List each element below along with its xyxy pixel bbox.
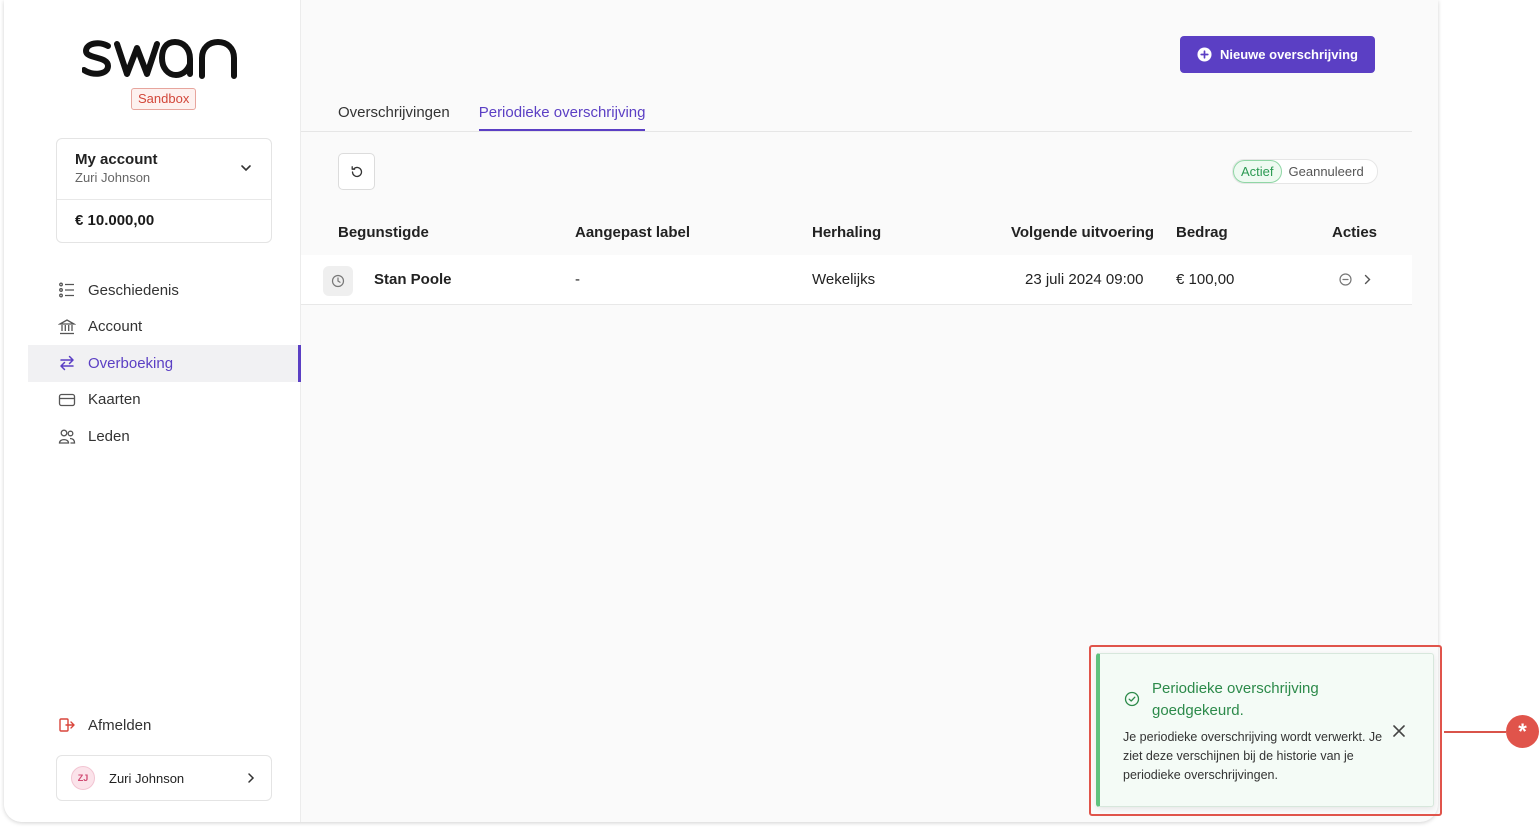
clock-icon: [323, 266, 353, 296]
status-filter: Actief Geannuleerd: [1232, 159, 1378, 184]
transfer-arrows-icon: [60, 356, 74, 371]
success-toast: Periodieke overschrijving goedgekeurd. J…: [1096, 653, 1434, 807]
sidebar-item-label: Account: [88, 318, 143, 336]
sidebar-item-label: Overboeking: [88, 354, 174, 372]
sidebar-item-geschiedenis[interactable]: Geschiedenis: [28, 272, 301, 309]
sidebar-item-leden[interactable]: Leden: [28, 418, 301, 455]
callout-marker: *: [1506, 715, 1539, 748]
members-icon: [58, 429, 76, 444]
chevron-right-icon: [248, 773, 255, 783]
column-header-begunstigde: Begunstigde: [338, 224, 429, 241]
sidebar-item-account[interactable]: Account: [28, 309, 301, 346]
sidebar-item-label: Kaarten: [88, 391, 141, 409]
cancel-circle-icon[interactable]: [1338, 272, 1353, 287]
check-circle-icon: [1124, 691, 1140, 707]
toast-message: Je periodieke overschrijving wordt verwe…: [1123, 730, 1383, 782]
refresh-icon: [351, 165, 362, 177]
list-icon: [59, 282, 74, 298]
filter-actief[interactable]: Actief: [1233, 160, 1282, 183]
sidebar-item-kaarten[interactable]: Kaarten: [28, 382, 301, 419]
tab-periodieke-overschrijving[interactable]: Periodieke overschrijving: [478, 104, 645, 131]
user-profile-button[interactable]: ZJ Zuri Johnson: [56, 755, 272, 801]
account-name: My account: [75, 151, 158, 168]
account-selector[interactable]: My account Zuri Johnson € 10.000,00: [56, 138, 272, 243]
filter-geannuleerd[interactable]: Geannuleerd: [1282, 160, 1371, 183]
sidebar: swan Sandbox My account Zuri Johnson € 1…: [4, 0, 301, 822]
column-header-bedrag: Bedrag: [1176, 224, 1228, 241]
avatar: ZJ: [71, 766, 95, 790]
column-header-volgende-uitvoering: Volgende uitvoering: [1011, 224, 1155, 241]
sidebar-item-label: Leden: [88, 427, 130, 445]
new-transfer-button[interactable]: Nieuwe overschrijving: [1180, 36, 1375, 73]
logout-icon: [59, 718, 75, 732]
beneficiary-cell: Stan Poole: [374, 271, 452, 288]
account-balance: € 10.000,00: [75, 212, 155, 229]
card-icon: [58, 393, 76, 406]
logout-button[interactable]: Afmelden: [58, 716, 151, 734]
bank-icon: [58, 319, 76, 334]
amount-cell: € 100,00: [1176, 271, 1235, 288]
toast-title: Periodieke overschrijving goedgekeurd.: [1152, 680, 1319, 719]
refresh-button[interactable]: [338, 153, 375, 190]
sidebar-item-overboeking[interactable]: Overboeking: [28, 345, 301, 382]
logout-label: Afmelden: [88, 716, 152, 734]
table-row[interactable]: Stan Poole - Wekelijks 23 juli 2024 09:0…: [301, 255, 1412, 305]
tab-divider: [301, 131, 1412, 132]
new-transfer-label: Nieuwe overschrijving: [1220, 47, 1358, 62]
column-header-herhaling: Herhaling: [812, 224, 882, 241]
account-holder: Zuri Johnson: [75, 170, 151, 185]
column-header-acties: Acties: [1332, 224, 1378, 241]
recurrence-cell: Wekelijks: [812, 271, 876, 288]
column-header-aangepast-label: Aangepast label: [575, 224, 691, 241]
sidebar-item-label: Geschiedenis: [88, 281, 179, 299]
user-name: Zuri Johnson: [109, 770, 185, 786]
label-cell: -: [575, 271, 580, 288]
next-execution-cell: 23 juli 2024 09:00: [1025, 271, 1144, 288]
swan-logo: swan: [82, 38, 237, 79]
sidebar-nav: Geschiedenis Account Overboeking Kaarten…: [28, 272, 301, 455]
callout-line: [1444, 731, 1506, 733]
tab-overschrijvingen[interactable]: Overschrijvingen: [338, 104, 450, 131]
chevron-right-icon[interactable]: [1360, 272, 1375, 287]
sandbox-badge: Sandbox: [131, 88, 197, 110]
plus-circle-icon: [1197, 47, 1212, 62]
tab-bar: Overschrijvingen Periodieke overschrijvi…: [338, 104, 645, 131]
close-icon[interactable]: [1392, 724, 1406, 738]
account-card-divider: [57, 199, 271, 200]
chevron-down-icon[interactable]: [239, 161, 253, 175]
